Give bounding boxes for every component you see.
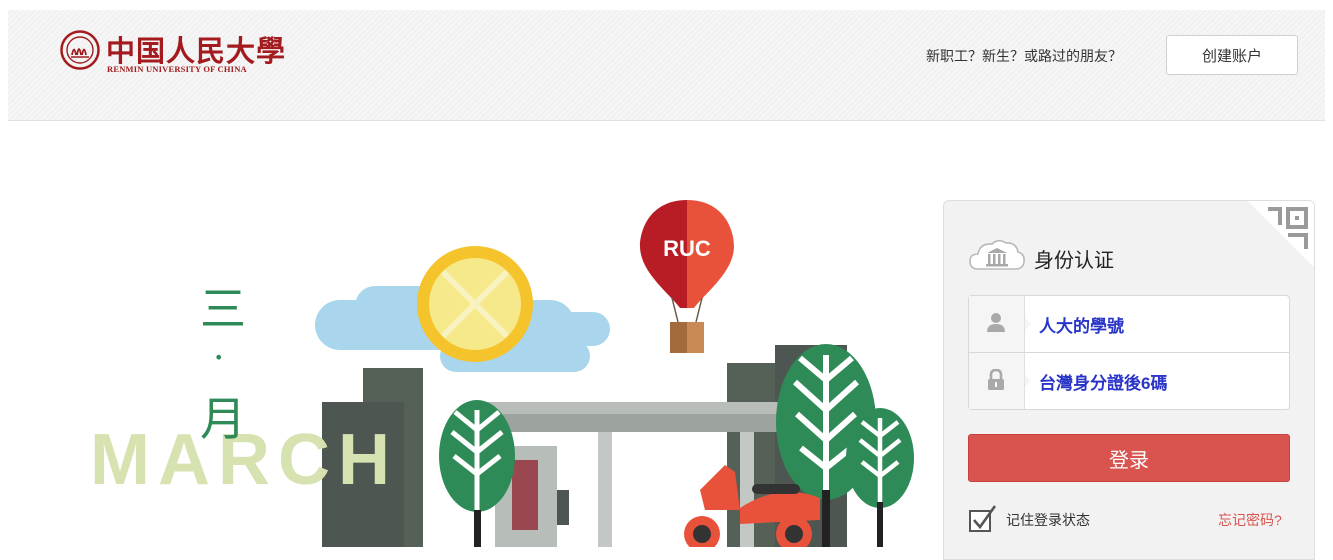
field-notch [1025,375,1031,387]
password-input[interactable] [1039,363,1279,399]
logo-english-name: RENMIN UNIVERSITY OF CHINA [107,64,247,74]
newcomer-prompt: 新职工？新生？或路过的朋友？ [926,48,1122,64]
panel-title: 身份认证 [1034,250,1114,272]
username-input[interactable] [1039,306,1279,342]
remember-login-label: 记住登录状态 [1006,512,1090,528]
password-field [968,352,1290,410]
sun-icon [417,246,533,362]
month-char-3: 月 [200,392,246,446]
month-char-2: · [213,338,224,379]
university-seal-icon [60,30,100,70]
top-header: 中国人民大學 RENMIN UNIVERSITY OF CHINA 新职工？新生… [8,10,1325,121]
field-notch [1025,318,1031,330]
login-panel: 身份认证 登录 记住登录状态 忘记密码? [943,200,1315,560]
qr-code-login-icon[interactable] [1248,201,1314,267]
username-field [968,295,1290,353]
user-icon [987,313,1005,332]
create-account-button[interactable]: 创建账户 [1166,35,1298,75]
balloon-text: RUC [663,236,711,261]
tree-icon [846,408,914,547]
password-icon-box [969,353,1025,409]
login-button[interactable]: 登录 [968,434,1290,482]
march-banner-illustration: MARCH 三 · 月 RUC [90,200,914,547]
hot-air-balloon-icon: RUC [640,200,734,353]
forgot-password-link[interactable]: 忘记密码? [1218,510,1282,530]
checkbox-checked-icon[interactable] [968,503,998,533]
month-char-1: 三 [200,282,246,336]
university-logo[interactable]: 中国人民大學 RENMIN UNIVERSITY OF CHINA [60,28,290,78]
lock-icon [988,369,1004,390]
username-icon-box [969,296,1025,352]
cloud-bank-icon [969,239,1025,270]
